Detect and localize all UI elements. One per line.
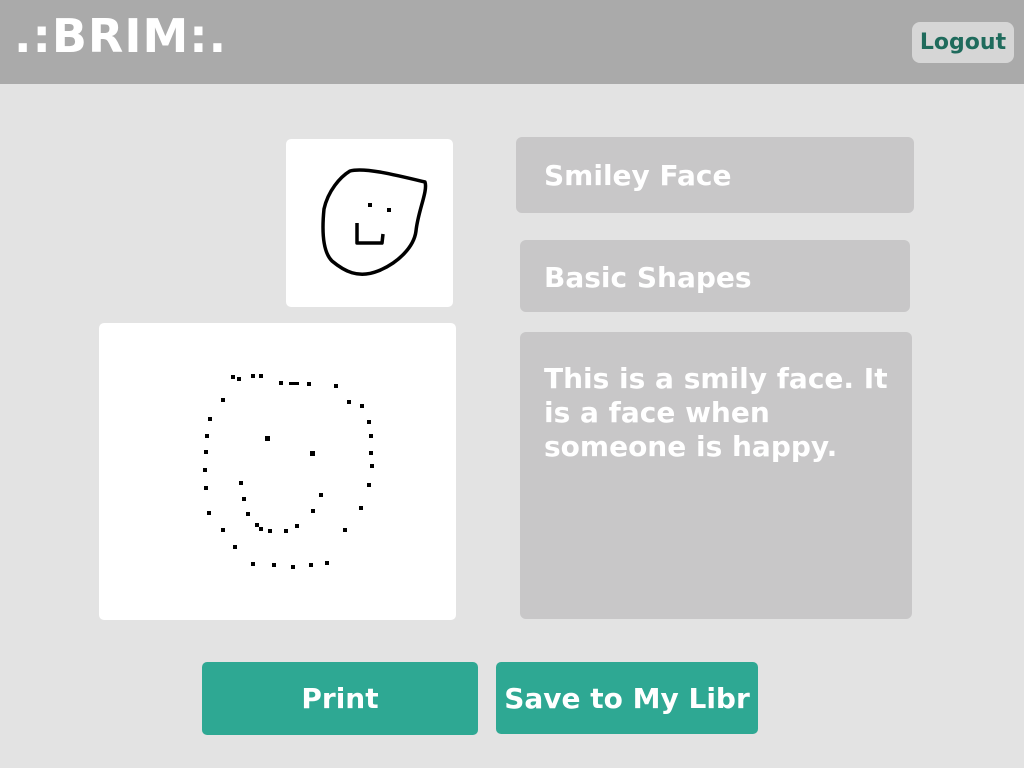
- drawing-title-field[interactable]: Smiley Face: [516, 137, 914, 213]
- drawing-description-field[interactable]: This is a smily face. It is a face when …: [520, 332, 912, 619]
- smiley-sketch-icon: [321, 168, 428, 276]
- smiley-dotted-icon: [203, 374, 374, 569]
- save-to-library-button[interactable]: Save to My Libr: [496, 662, 758, 734]
- drawing-canvas[interactable]: [99, 323, 456, 620]
- app-logo: .:BRIM:.: [14, 9, 228, 63]
- drawing-thumbnail[interactable]: [286, 139, 453, 307]
- header-bar: .:BRIM:. Logout: [0, 0, 1024, 84]
- logout-button[interactable]: Logout: [912, 22, 1014, 63]
- print-button[interactable]: Print: [202, 662, 478, 735]
- drawing-category-field[interactable]: Basic Shapes: [520, 240, 910, 312]
